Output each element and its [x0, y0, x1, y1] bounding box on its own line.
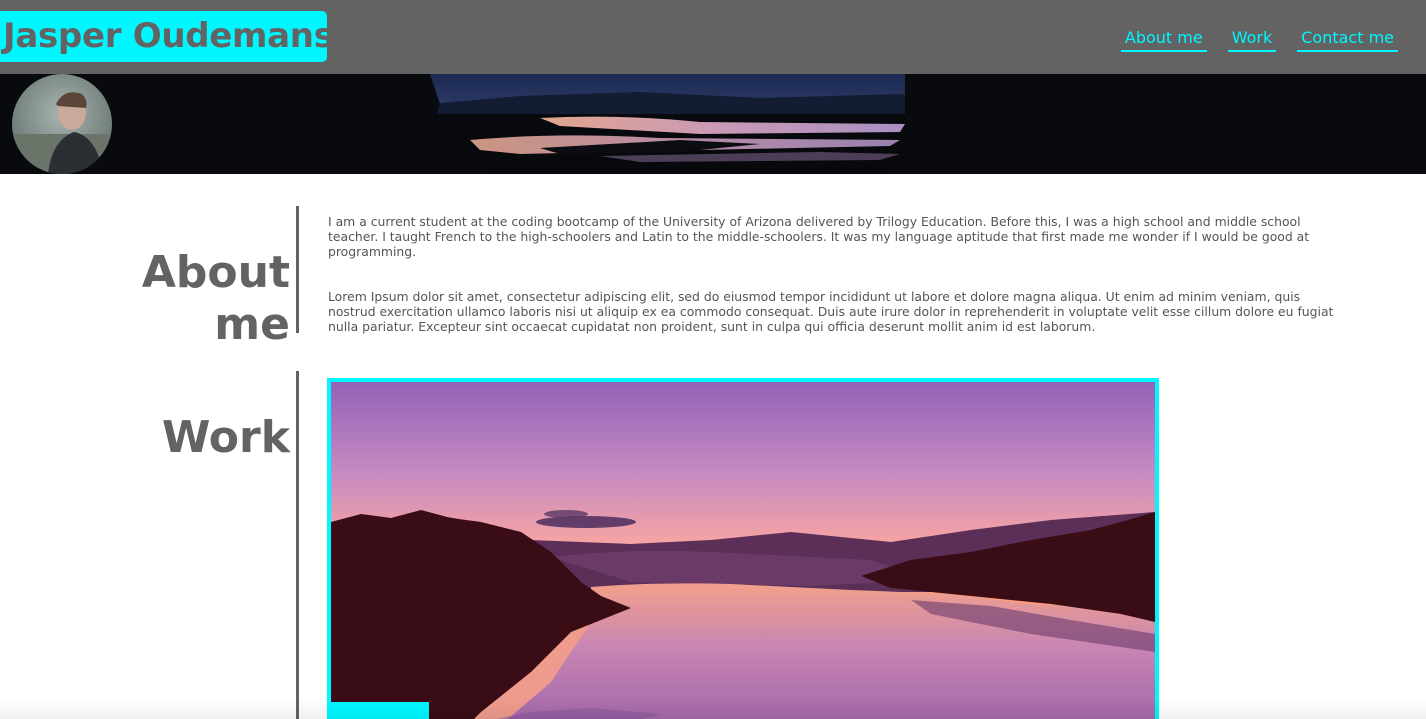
work-heading: Work [161, 411, 290, 463]
about-heading-line1: About [141, 246, 290, 298]
site-header: Jasper Oudemans About me Work Contact me [0, 0, 1426, 74]
about-divider [296, 206, 299, 333]
about-text: I am a current student at the coding boo… [328, 214, 1348, 334]
about-heading-line2: me [214, 298, 290, 350]
nav-link-contact-me[interactable]: Contact me [1297, 28, 1398, 52]
about-paragraph-1: I am a current student at the coding boo… [328, 214, 1310, 259]
hero-banner-image [0, 74, 1426, 174]
project-image [331, 382, 1155, 719]
about-heading: About me [142, 247, 290, 351]
page: Jasper Oudemans About me Work Contact me [0, 0, 1426, 719]
project-label-tab[interactable] [327, 702, 429, 719]
about-paragraph-2: Lorem Ipsum dolor sit amet, consectetur … [328, 289, 1334, 334]
nav-link-about-me[interactable]: About me [1120, 28, 1207, 52]
site-brand[interactable]: Jasper Oudemans [0, 11, 334, 62]
work-divider [296, 371, 299, 719]
profile-avatar [12, 74, 112, 174]
nav-link-work[interactable]: Work [1227, 28, 1277, 52]
main-nav: About me Work Contact me [1120, 28, 1398, 52]
project-card[interactable] [327, 378, 1159, 719]
